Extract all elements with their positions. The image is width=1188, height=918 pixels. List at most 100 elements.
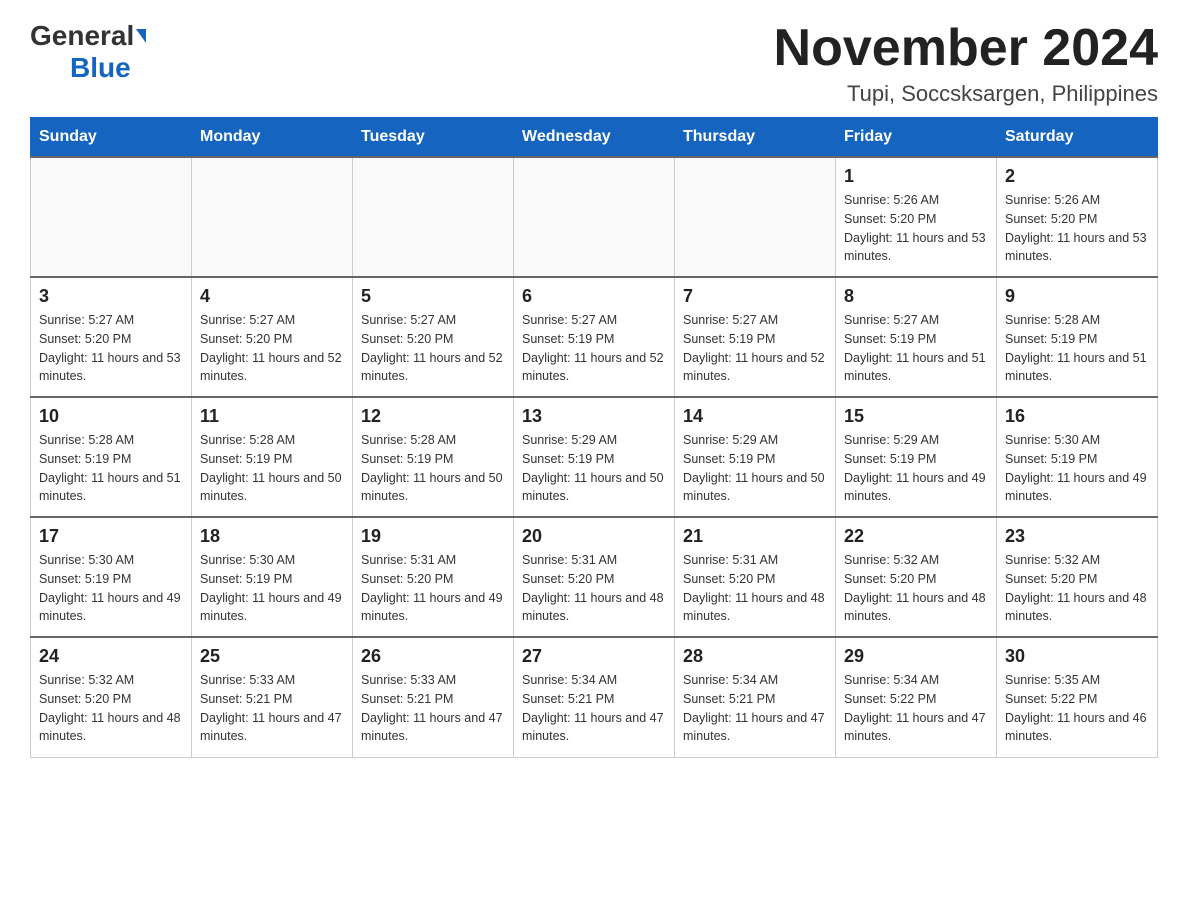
calendar-table: SundayMondayTuesdayWednesdayThursdayFrid… — [30, 117, 1158, 758]
day-number: 26 — [361, 646, 505, 667]
calendar-header-saturday: Saturday — [997, 118, 1158, 158]
day-number: 3 — [39, 286, 183, 307]
calendar-cell: 18 Sunrise: 5:30 AM Sunset: 5:19 PM Dayli… — [192, 517, 353, 637]
day-number: 28 — [683, 646, 827, 667]
calendar-cell: 23 Sunrise: 5:32 AM Sunset: 5:20 PM Dayli… — [997, 517, 1158, 637]
calendar-cell — [675, 157, 836, 277]
calendar-week-row: 3 Sunrise: 5:27 AM Sunset: 5:20 PM Daylig… — [31, 277, 1158, 397]
day-number: 13 — [522, 406, 666, 427]
calendar-cell: 7 Sunrise: 5:27 AM Sunset: 5:19 PM Daylig… — [675, 277, 836, 397]
day-info: Sunrise: 5:27 AM Sunset: 5:19 PM Dayligh… — [844, 311, 988, 386]
day-info: Sunrise: 5:29 AM Sunset: 5:19 PM Dayligh… — [522, 431, 666, 506]
calendar-header-row: SundayMondayTuesdayWednesdayThursdayFrid… — [31, 118, 1158, 158]
calendar-cell: 24 Sunrise: 5:32 AM Sunset: 5:20 PM Dayli… — [31, 637, 192, 757]
day-number: 14 — [683, 406, 827, 427]
calendar-week-row: 1 Sunrise: 5:26 AM Sunset: 5:20 PM Daylig… — [31, 157, 1158, 277]
calendar-cell: 25 Sunrise: 5:33 AM Sunset: 5:21 PM Dayli… — [192, 637, 353, 757]
calendar-cell: 30Sunrise: 5:35 AM Sunset: 5:22 PM Dayli… — [997, 637, 1158, 757]
calendar-cell: 9 Sunrise: 5:28 AM Sunset: 5:19 PM Daylig… — [997, 277, 1158, 397]
day-info: Sunrise: 5:34 AM Sunset: 5:22 PM Dayligh… — [844, 671, 988, 746]
day-number: 27 — [522, 646, 666, 667]
logo-general-text: General — [30, 20, 134, 52]
day-info: Sunrise: 5:34 AM Sunset: 5:21 PM Dayligh… — [683, 671, 827, 746]
calendar-cell: 4Sunrise: 5:27 AM Sunset: 5:20 PM Daylig… — [192, 277, 353, 397]
day-info: Sunrise: 5:33 AM Sunset: 5:21 PM Dayligh… — [200, 671, 344, 746]
day-number: 8 — [844, 286, 988, 307]
day-info: Sunrise: 5:27 AM Sunset: 5:20 PM Dayligh… — [39, 311, 183, 386]
calendar-cell: 15 Sunrise: 5:29 AM Sunset: 5:19 PM Dayli… — [836, 397, 997, 517]
day-number: 19 — [361, 526, 505, 547]
day-number: 24 — [39, 646, 183, 667]
day-info: Sunrise: 5:30 AM Sunset: 5:19 PM Dayligh… — [200, 551, 344, 626]
day-number: 1 — [844, 166, 988, 187]
day-number: 11 — [200, 406, 344, 427]
day-number: 7 — [683, 286, 827, 307]
calendar-header-wednesday: Wednesday — [514, 118, 675, 158]
day-info: Sunrise: 5:28 AM Sunset: 5:19 PM Dayligh… — [200, 431, 344, 506]
logo-blue-text: Blue — [70, 52, 131, 84]
calendar-cell — [514, 157, 675, 277]
title-area: November 2024 Tupi, Soccsksargen, Philip… — [774, 20, 1158, 107]
day-number: 25 — [200, 646, 344, 667]
day-number: 21 — [683, 526, 827, 547]
day-info: Sunrise: 5:28 AM Sunset: 5:19 PM Dayligh… — [1005, 311, 1149, 386]
day-info: Sunrise: 5:27 AM Sunset: 5:19 PM Dayligh… — [683, 311, 827, 386]
calendar-header-tuesday: Tuesday — [353, 118, 514, 158]
day-info: Sunrise: 5:32 AM Sunset: 5:20 PM Dayligh… — [1005, 551, 1149, 626]
day-number: 10 — [39, 406, 183, 427]
day-number: 9 — [1005, 286, 1149, 307]
day-info: Sunrise: 5:32 AM Sunset: 5:20 PM Dayligh… — [844, 551, 988, 626]
calendar-cell: 26 Sunrise: 5:33 AM Sunset: 5:21 PM Dayli… — [353, 637, 514, 757]
day-info: Sunrise: 5:31 AM Sunset: 5:20 PM Dayligh… — [361, 551, 505, 626]
day-number: 5 — [361, 286, 505, 307]
calendar-cell: 22Sunrise: 5:32 AM Sunset: 5:20 PM Dayli… — [836, 517, 997, 637]
day-number: 4 — [200, 286, 344, 307]
calendar-cell: 3 Sunrise: 5:27 AM Sunset: 5:20 PM Daylig… — [31, 277, 192, 397]
calendar-cell — [353, 157, 514, 277]
day-info: Sunrise: 5:29 AM Sunset: 5:19 PM Dayligh… — [844, 431, 988, 506]
day-info: Sunrise: 5:28 AM Sunset: 5:19 PM Dayligh… — [361, 431, 505, 506]
day-number: 15 — [844, 406, 988, 427]
day-number: 20 — [522, 526, 666, 547]
day-info: Sunrise: 5:29 AM Sunset: 5:19 PM Dayligh… — [683, 431, 827, 506]
day-number: 23 — [1005, 526, 1149, 547]
day-info: Sunrise: 5:31 AM Sunset: 5:20 PM Dayligh… — [683, 551, 827, 626]
day-info: Sunrise: 5:28 AM Sunset: 5:19 PM Dayligh… — [39, 431, 183, 506]
logo-triangle-icon — [136, 29, 146, 43]
day-info: Sunrise: 5:30 AM Sunset: 5:19 PM Dayligh… — [39, 551, 183, 626]
calendar-cell: 6Sunrise: 5:27 AM Sunset: 5:19 PM Daylig… — [514, 277, 675, 397]
calendar-cell: 16 Sunrise: 5:30 AM Sunset: 5:19 PM Dayli… — [997, 397, 1158, 517]
calendar-cell — [31, 157, 192, 277]
calendar-cell: 19 Sunrise: 5:31 AM Sunset: 5:20 PM Dayli… — [353, 517, 514, 637]
day-info: Sunrise: 5:31 AM Sunset: 5:20 PM Dayligh… — [522, 551, 666, 626]
calendar-cell: 10 Sunrise: 5:28 AM Sunset: 5:19 PM Dayli… — [31, 397, 192, 517]
calendar-cell: 28 Sunrise: 5:34 AM Sunset: 5:21 PM Dayli… — [675, 637, 836, 757]
calendar-cell: 13 Sunrise: 5:29 AM Sunset: 5:19 PM Dayli… — [514, 397, 675, 517]
day-info: Sunrise: 5:32 AM Sunset: 5:20 PM Dayligh… — [39, 671, 183, 746]
calendar-cell: 1 Sunrise: 5:26 AM Sunset: 5:20 PM Daylig… — [836, 157, 997, 277]
day-number: 18 — [200, 526, 344, 547]
calendar-cell — [192, 157, 353, 277]
calendar-week-row: 17Sunrise: 5:30 AM Sunset: 5:19 PM Dayli… — [31, 517, 1158, 637]
day-info: Sunrise: 5:26 AM Sunset: 5:20 PM Dayligh… — [844, 191, 988, 266]
day-info: Sunrise: 5:27 AM Sunset: 5:20 PM Dayligh… — [361, 311, 505, 386]
calendar-cell: 21 Sunrise: 5:31 AM Sunset: 5:20 PM Dayli… — [675, 517, 836, 637]
month-title: November 2024 — [774, 20, 1158, 77]
calendar-cell: 2 Sunrise: 5:26 AM Sunset: 5:20 PM Daylig… — [997, 157, 1158, 277]
day-number: 29 — [844, 646, 988, 667]
day-number: 16 — [1005, 406, 1149, 427]
calendar-cell: 14 Sunrise: 5:29 AM Sunset: 5:19 PM Dayli… — [675, 397, 836, 517]
day-number: 6 — [522, 286, 666, 307]
calendar-cell: 8 Sunrise: 5:27 AM Sunset: 5:19 PM Daylig… — [836, 277, 997, 397]
calendar-cell: 27Sunrise: 5:34 AM Sunset: 5:21 PM Dayli… — [514, 637, 675, 757]
calendar-header-sunday: Sunday — [31, 118, 192, 158]
day-info: Sunrise: 5:30 AM Sunset: 5:19 PM Dayligh… — [1005, 431, 1149, 506]
day-number: 30 — [1005, 646, 1149, 667]
calendar-cell: 17Sunrise: 5:30 AM Sunset: 5:19 PM Dayli… — [31, 517, 192, 637]
calendar-cell: 20 Sunrise: 5:31 AM Sunset: 5:20 PM Dayli… — [514, 517, 675, 637]
calendar-week-row: 24 Sunrise: 5:32 AM Sunset: 5:20 PM Dayli… — [31, 637, 1158, 757]
day-number: 2 — [1005, 166, 1149, 187]
day-info: Sunrise: 5:26 AM Sunset: 5:20 PM Dayligh… — [1005, 191, 1149, 266]
day-info: Sunrise: 5:33 AM Sunset: 5:21 PM Dayligh… — [361, 671, 505, 746]
calendar-week-row: 10 Sunrise: 5:28 AM Sunset: 5:19 PM Dayli… — [31, 397, 1158, 517]
